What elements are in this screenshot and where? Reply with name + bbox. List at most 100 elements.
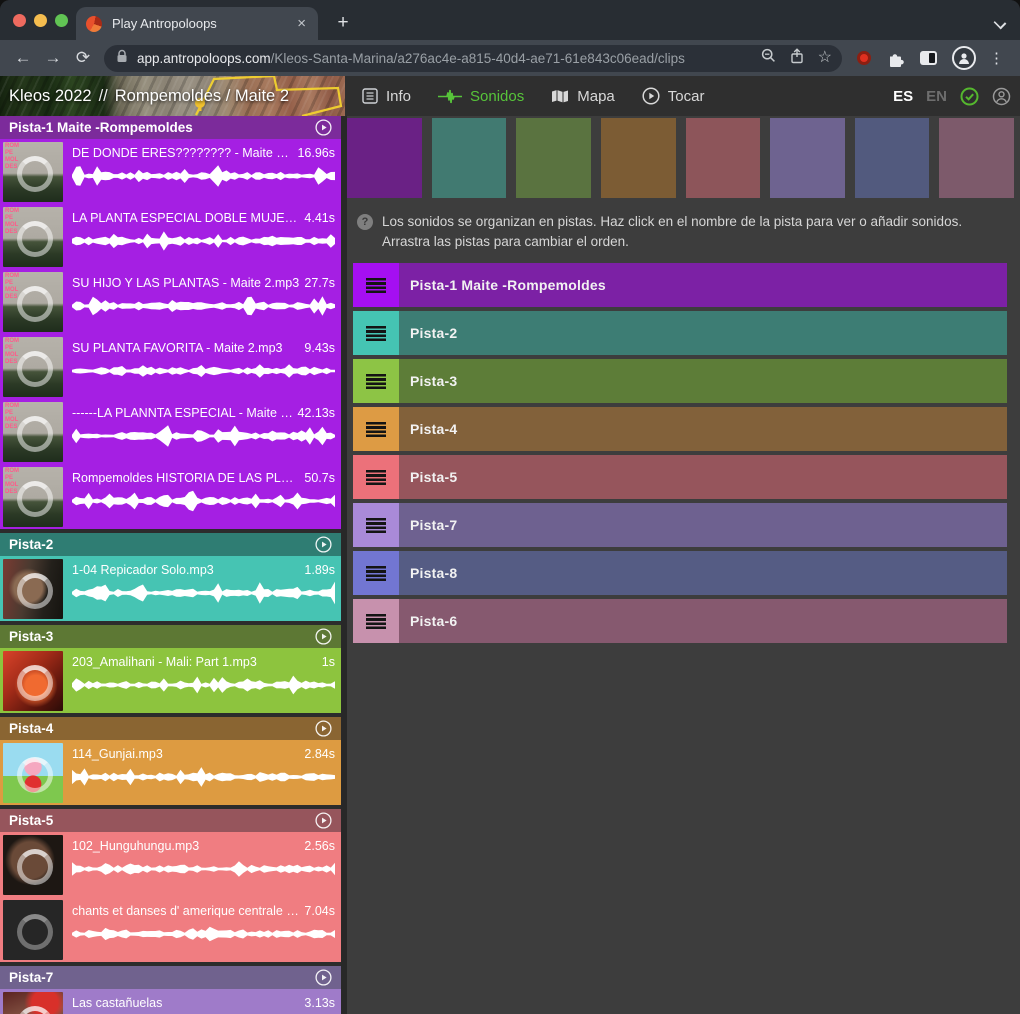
drag-handle-icon[interactable] <box>353 359 399 403</box>
lang-en-button[interactable]: EN <box>926 88 947 105</box>
track-clip-list: Las castañuelas 3.13s <box>0 989 341 1014</box>
clip-waveform[interactable] <box>72 423 335 449</box>
browser-menu-icon[interactable]: ⋮ <box>989 49 1004 67</box>
play-track-icon[interactable] <box>315 628 332 645</box>
sidebar-track-header[interactable]: Pista-3 <box>0 625 341 648</box>
clip-body: 114_Gunjai.mp3 2.84s <box>63 740 341 805</box>
drag-handle-icon[interactable] <box>353 599 399 643</box>
drag-handle-icon[interactable] <box>353 407 399 451</box>
play-track-icon[interactable] <box>315 720 332 737</box>
play-track-icon[interactable] <box>315 969 332 986</box>
extensions-puzzle-icon[interactable] <box>886 49 905 68</box>
audio-clip[interactable]: SU PLANTA FAVORITA - Maite 2.mp3 9.43s <box>0 334 341 399</box>
nav-tab-tocar[interactable]: Tocar <box>642 87 705 105</box>
back-button[interactable]: ← <box>8 48 38 68</box>
track-row-bar[interactable]: Pista-4 <box>399 407 1007 451</box>
clip-duration: 9.43s <box>304 341 335 355</box>
play-circle-icon <box>642 87 660 105</box>
play-track-icon[interactable] <box>315 812 332 829</box>
audio-clip[interactable]: chants et danses d' amerique centrale - … <box>0 897 341 962</box>
audio-clip[interactable]: ------LA PLANNTA ESPECIAL - Maite 2.mp3 … <box>0 399 341 464</box>
forward-button[interactable]: → <box>38 48 68 68</box>
track-row-bar[interactable]: Pista-6 <box>399 599 1007 643</box>
clip-waveform[interactable] <box>72 163 335 189</box>
track-row-bar[interactable]: Pista-1 Maite -Rompemoldes <box>399 263 1007 307</box>
audio-clip[interactable]: SU HIJO Y LAS PLANTAS - Maite 2.mp3 27.7… <box>0 269 341 334</box>
header-right-controls: ES EN <box>893 76 1011 116</box>
drag-handle-icon[interactable] <box>353 551 399 595</box>
nav-tab-mapa[interactable]: Mapa <box>551 88 615 105</box>
audio-clip[interactable]: 114_Gunjai.mp3 2.84s <box>0 740 341 805</box>
audio-clip[interactable]: 203_Amalihani - Mali: Part 1.mp3 1s <box>0 648 341 713</box>
track-row[interactable]: Pista-1 Maite -Rompemoldes <box>353 263 1007 307</box>
track-row-list: Pista-1 Maite -Rompemoldes Pista-2 Pista… <box>353 263 1007 643</box>
help-icon: ? <box>357 214 373 230</box>
track-row[interactable]: Pista-3 <box>353 359 1007 403</box>
track-row-bar[interactable]: Pista-2 <box>399 311 1007 355</box>
nav-label-info: Info <box>386 88 411 105</box>
clip-waveform[interactable] <box>72 764 335 790</box>
track-row[interactable]: Pista-2 <box>353 311 1007 355</box>
clip-thumbnail <box>3 142 63 202</box>
track-row[interactable]: Pista-6 <box>353 599 1007 643</box>
lang-es-button[interactable]: ES <box>893 88 913 105</box>
sidebar-track-header[interactable]: Pista-4 <box>0 717 341 740</box>
clip-waveform[interactable] <box>72 856 335 882</box>
clip-waveform[interactable] <box>72 293 335 319</box>
browser-tab[interactable]: Play Antropoloops × <box>76 7 318 40</box>
track-row-bar[interactable]: Pista-8 <box>399 551 1007 595</box>
clip-waveform[interactable] <box>72 358 335 384</box>
address-bar[interactable]: app.antropoloops.com/Kleos-Santa-Marina/… <box>104 45 842 72</box>
drag-handle-icon[interactable] <box>353 503 399 547</box>
clip-duration: 2.56s <box>304 839 335 853</box>
track-row[interactable]: Pista-5 <box>353 455 1007 499</box>
play-track-icon[interactable] <box>315 119 332 136</box>
breadcrumb-project[interactable]: Kleos 2022 <box>9 87 92 105</box>
sidebar-track-header[interactable]: Pista-5 <box>0 809 341 832</box>
nav-tab-info[interactable]: Info <box>362 88 411 105</box>
tab-search-chevron-icon[interactable] <box>995 16 1006 27</box>
clip-waveform[interactable] <box>72 921 335 947</box>
close-button[interactable] <box>13 14 26 27</box>
profile-avatar[interactable] <box>952 46 976 70</box>
clip-waveform[interactable] <box>72 580 335 606</box>
clip-body: Las castañuelas 3.13s <box>63 989 341 1014</box>
sidebar-track-header[interactable]: Pista-7 <box>0 966 341 989</box>
reload-button[interactable]: ⟳ <box>68 48 98 68</box>
audio-clip[interactable]: 102_Hunguhungu.mp3 2.56s <box>0 832 341 897</box>
track-row[interactable]: Pista-7 <box>353 503 1007 547</box>
audio-clip[interactable]: Rompemoldes HISTORIA DE LAS PLANTAS... 5… <box>0 464 341 529</box>
play-track-icon[interactable] <box>315 536 332 553</box>
sidebar-track-header[interactable]: Pista-1 Maite -Rompemoldes <box>0 116 341 139</box>
audio-clip[interactable]: 1-04 Repicador Solo.mp3 1.89s <box>0 556 341 621</box>
clip-title: SU HIJO Y LAS PLANTAS - Maite 2.mp3 <box>72 276 301 290</box>
track-row[interactable]: Pista-4 <box>353 407 1007 451</box>
tab-favicon-icon <box>86 16 102 32</box>
track-row-bar[interactable]: Pista-5 <box>399 455 1007 499</box>
clip-waveform[interactable] <box>72 228 335 254</box>
sidebar-track-header[interactable]: Pista-2 <box>0 533 341 556</box>
track-row-bar[interactable]: Pista-3 <box>399 359 1007 403</box>
drag-handle-icon[interactable] <box>353 263 399 307</box>
clip-waveform[interactable] <box>72 672 335 698</box>
audio-clip[interactable]: LA PLANTA ESPECIAL DOBLE MUJER - Mai... … <box>0 204 341 269</box>
tab-close-icon[interactable]: × <box>295 16 308 31</box>
track-row[interactable]: Pista-8 <box>353 551 1007 595</box>
clip-waveform[interactable] <box>72 488 335 514</box>
bookmark-star-icon[interactable]: ☆ <box>818 50 832 66</box>
nav-tab-sonidos[interactable]: Sonidos <box>438 88 524 105</box>
recorder-extension-icon[interactable] <box>857 51 871 65</box>
new-tab-button[interactable]: + <box>330 10 356 36</box>
drag-handle-icon[interactable] <box>353 311 399 355</box>
tracks-sidebar: Pista-1 Maite -Rompemoldes DE DONDE ERES… <box>0 116 341 1014</box>
drag-handle-icon[interactable] <box>353 455 399 499</box>
minimize-button[interactable] <box>34 14 47 27</box>
zoom-button[interactable] <box>55 14 68 27</box>
audio-clip[interactable]: Las castañuelas 3.13s <box>0 989 341 1014</box>
share-icon[interactable] <box>790 48 804 69</box>
audio-clip[interactable]: DE DONDE ERES???????? - Maite 2.mp3 16.9… <box>0 139 341 204</box>
side-panel-icon[interactable] <box>920 51 937 65</box>
account-icon[interactable] <box>992 87 1011 106</box>
track-row-bar[interactable]: Pista-7 <box>399 503 1007 547</box>
zoom-level-icon[interactable] <box>761 48 776 68</box>
